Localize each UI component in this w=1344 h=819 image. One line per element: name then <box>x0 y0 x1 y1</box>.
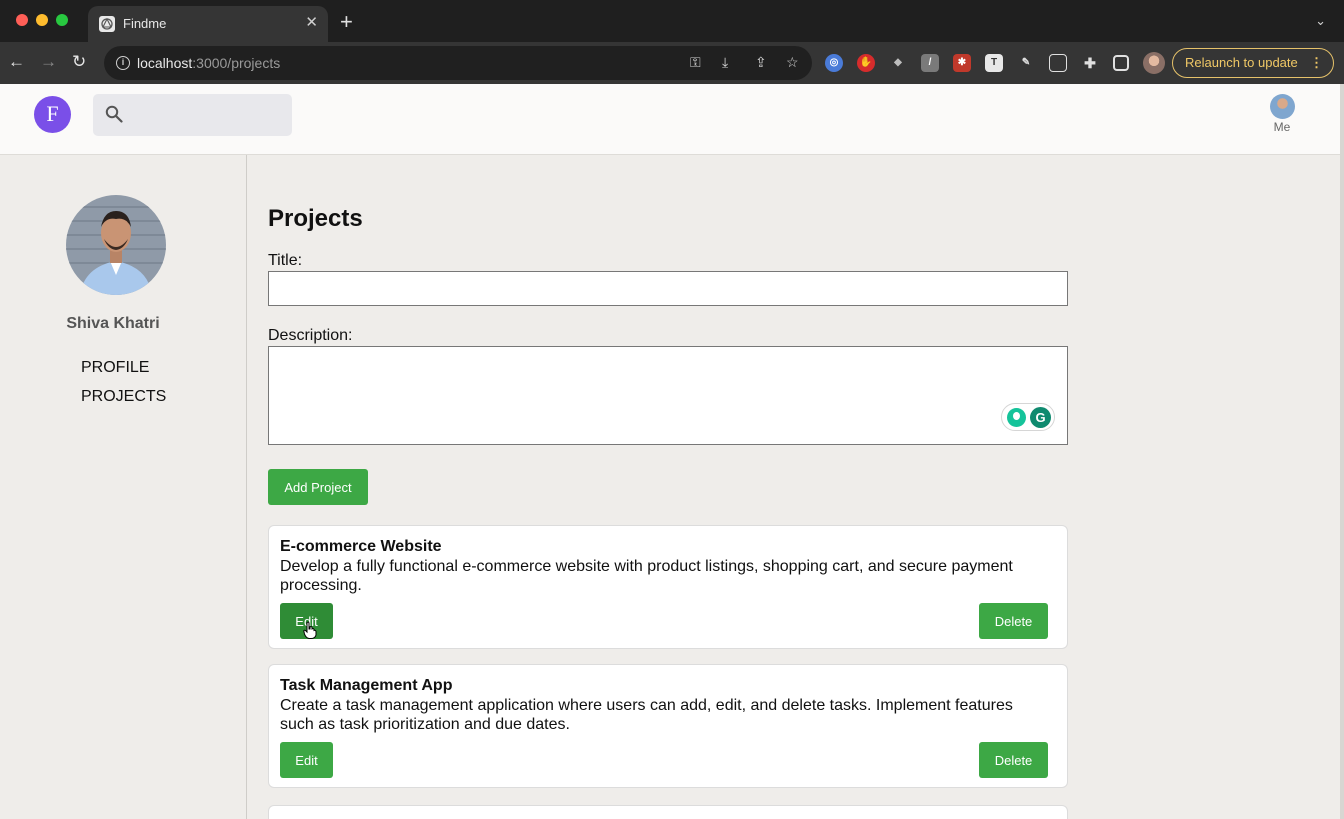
project-description: Create a task management application whe… <box>280 697 1013 733</box>
project-title: Task Management App <box>280 677 453 694</box>
browser-profile-avatar[interactable] <box>1143 52 1165 74</box>
grammarly-g-icon[interactable]: G <box>1030 407 1051 428</box>
hand-cursor-icon <box>303 621 317 639</box>
grammarly-bulb-icon[interactable] <box>1007 408 1026 427</box>
close-window-button[interactable] <box>16 14 28 26</box>
project-description: Develop a fully functional e-commerce we… <box>280 558 1013 594</box>
key-icon[interactable]: ⚿ <box>690 54 701 71</box>
sidebar-nav: PROFILE PROJECTS <box>81 359 166 417</box>
search-icon <box>105 105 123 123</box>
browser-tab-bar: Findme ✕ + ⌄ <box>0 0 1344 42</box>
profile-name: Shiva Khatri <box>66 315 160 332</box>
extension-red-icon[interactable]: ✱ <box>953 54 971 72</box>
extension-slash-icon[interactable]: / <box>921 54 939 72</box>
install-app-icon[interactable]: ⤓ <box>722 54 728 71</box>
relaunch-label: Relaunch to update <box>1185 55 1298 70</box>
extension-window-icon[interactable] <box>1049 54 1067 72</box>
extension-pen-icon[interactable]: ✎ <box>1017 54 1035 72</box>
page-scrollbar[interactable] <box>1340 84 1344 819</box>
back-arrow-icon[interactable]: ← <box>8 52 25 72</box>
project-card-partial <box>268 805 1068 819</box>
description-label: Description: <box>268 327 353 344</box>
extension-lens-icon[interactable]: ◎ <box>825 54 843 72</box>
delete-project-button[interactable]: Delete <box>979 742 1048 778</box>
sidebar-item-projects[interactable]: PROJECTS <box>81 388 166 417</box>
search-input[interactable] <box>133 102 283 128</box>
findme-favicon-icon <box>99 16 115 32</box>
tab-search-chevron-icon[interactable]: ⌄ <box>1315 13 1326 29</box>
relaunch-button[interactable]: Relaunch to update ⋮ <box>1172 48 1334 78</box>
project-card: E-commerce Website Develop a fully funct… <box>268 525 1068 649</box>
extension-adblock-icon[interactable]: ✋ <box>857 54 875 72</box>
minimize-window-button[interactable] <box>36 14 48 26</box>
extension-puzzle-gray-icon[interactable]: ◆ <box>889 54 907 72</box>
project-card: Task Management App Create a task manage… <box>268 664 1068 788</box>
side-panel-icon[interactable] <box>1113 55 1129 71</box>
app-header: F Me <box>0 84 1341 155</box>
search-box[interactable] <box>93 94 292 136</box>
reload-icon[interactable]: ↻ <box>72 52 86 72</box>
forward-arrow-icon[interactable]: → <box>40 52 57 72</box>
tab-title: Findme <box>123 16 167 31</box>
page-title: Projects <box>268 205 363 232</box>
maximize-window-button[interactable] <box>56 14 68 26</box>
me-menu[interactable]: Me <box>1266 94 1298 134</box>
browser-toolbar: ← → ↻ i localhost:3000/projects ⚿ ⤓ ⇪ ☆ … <box>0 42 1344 84</box>
more-menu-icon[interactable]: ⋮ <box>1310 49 1323 77</box>
me-label: Me <box>1273 120 1291 134</box>
project-title: E-commerce Website <box>280 538 442 555</box>
add-project-button[interactable]: Add Project <box>268 469 368 505</box>
extension-text-icon[interactable]: T <box>985 54 1003 72</box>
url-path: :3000/projects <box>192 55 281 71</box>
browser-tab[interactable]: Findme ✕ <box>88 6 328 42</box>
grammarly-widget[interactable]: G <box>1001 403 1055 431</box>
profile-avatar <box>66 195 166 295</box>
page: F Me Shiva Khatri PROFILE PROJECTS Proje… <box>0 84 1344 819</box>
close-tab-icon[interactable]: ✕ <box>305 14 318 32</box>
share-icon[interactable]: ⇪ <box>755 54 767 71</box>
edit-project-button[interactable]: Edit <box>280 742 333 778</box>
title-label: Title: <box>268 252 303 269</box>
title-input[interactable] <box>268 271 1068 306</box>
bookmark-star-icon[interactable]: ☆ <box>786 54 799 71</box>
site-info-icon[interactable]: i <box>116 56 130 70</box>
delete-project-button[interactable]: Delete <box>979 603 1048 639</box>
me-avatar <box>1269 94 1295 119</box>
description-textarea[interactable] <box>268 346 1068 445</box>
url-text[interactable]: localhost:3000/projects <box>137 55 280 71</box>
sidebar: Shiva Khatri PROFILE PROJECTS <box>0 155 247 819</box>
sidebar-item-profile[interactable]: PROFILE <box>81 359 166 388</box>
new-tab-button[interactable]: + <box>340 11 353 33</box>
address-bar[interactable]: i localhost:3000/projects ⚿ ⤓ ⇪ ☆ <box>104 46 812 80</box>
findme-logo[interactable]: F <box>34 96 71 133</box>
url-host: localhost <box>137 55 193 71</box>
extensions-puzzle-icon[interactable]: ✚ <box>1081 54 1099 72</box>
